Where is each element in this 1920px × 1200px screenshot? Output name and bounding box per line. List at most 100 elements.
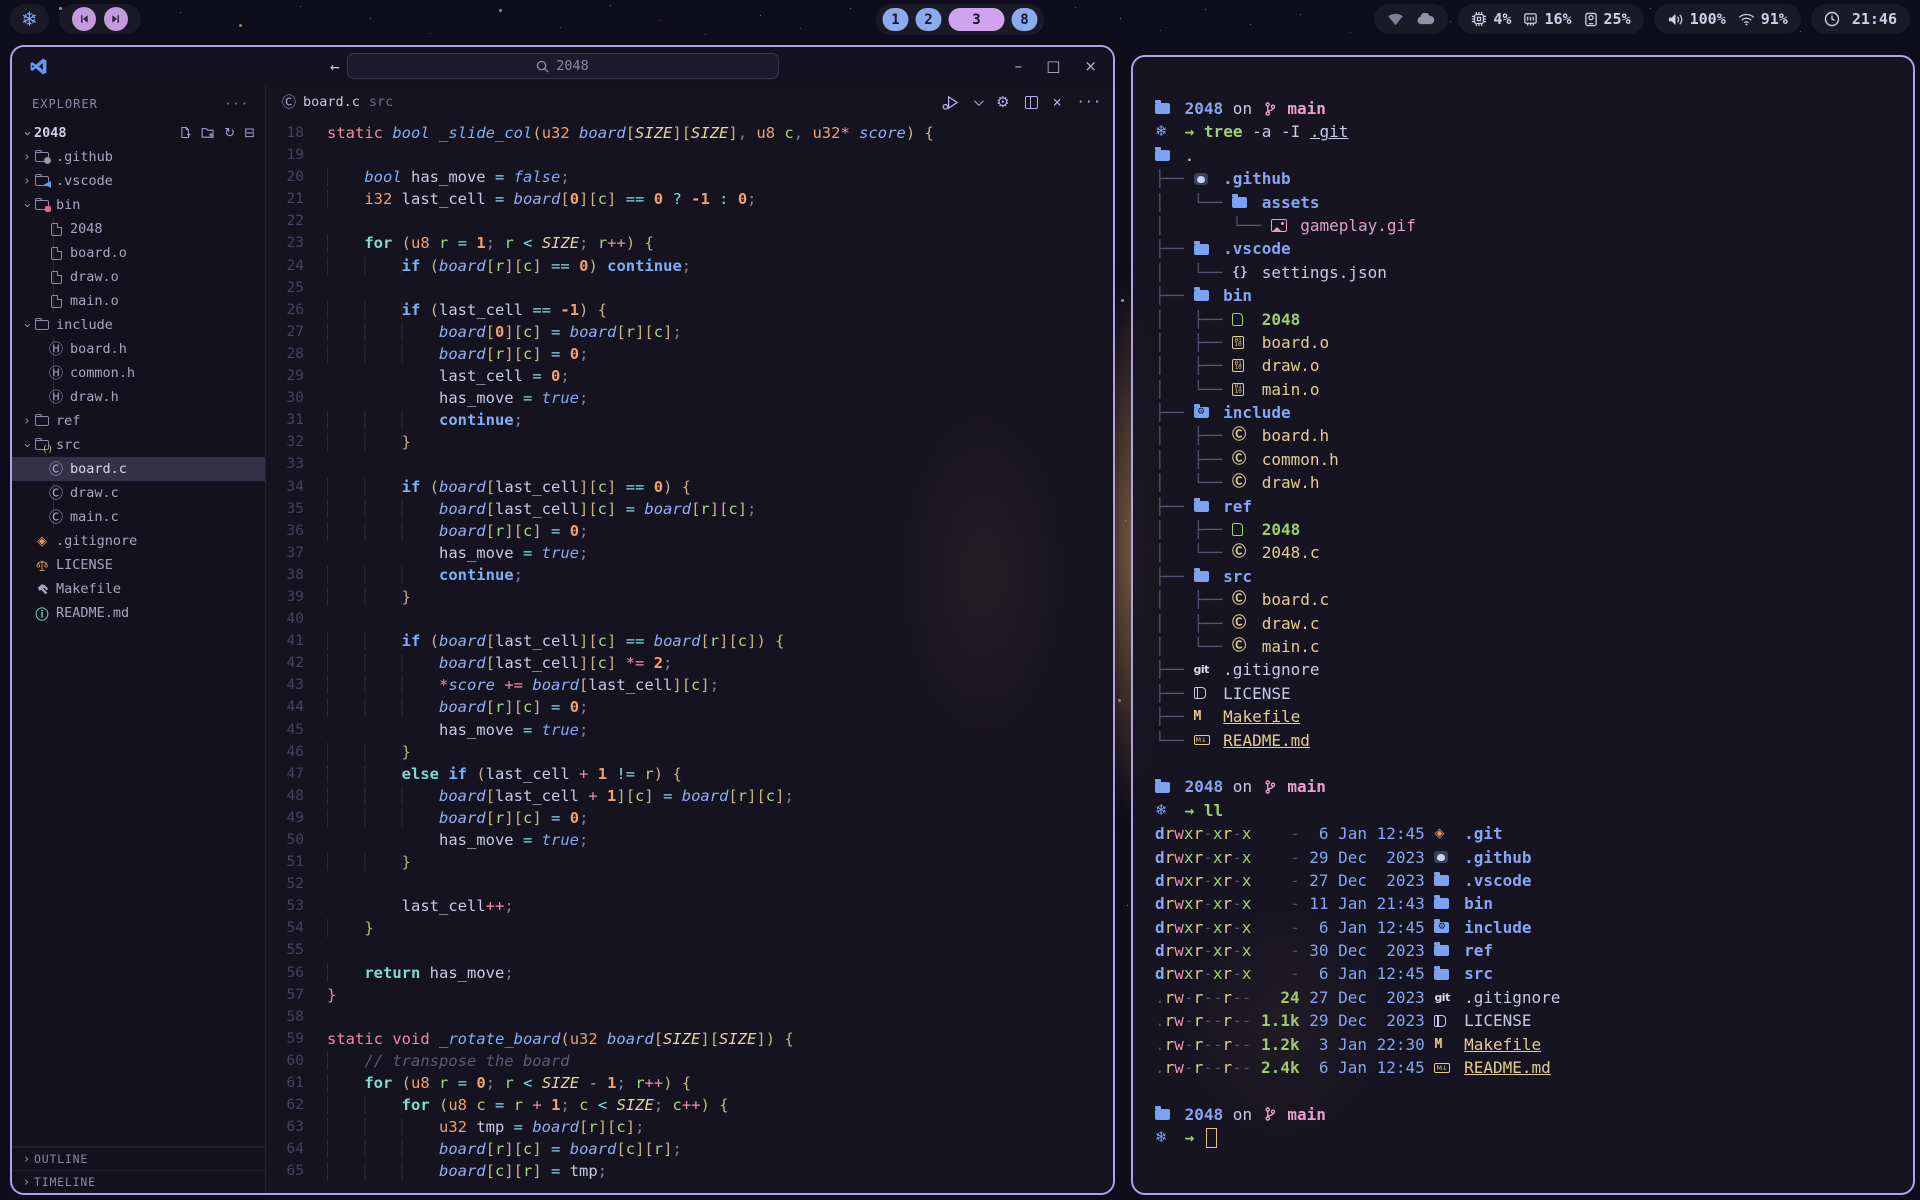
network-tray-icon[interactable] bbox=[1387, 13, 1404, 26]
code-line[interactable]: 58 bbox=[266, 1006, 1113, 1028]
code-line[interactable]: 53 last_cell++; bbox=[266, 895, 1113, 917]
code-line[interactable]: 41 if (board[last_cell][c] == board[r][c… bbox=[266, 630, 1113, 652]
code-line[interactable]: 26 if (last_cell == -1) { bbox=[266, 299, 1113, 321]
code-line[interactable]: 35 board[last_cell][c] = board[r][c]; bbox=[266, 498, 1113, 520]
explorer-item-2048[interactable]: 2048 bbox=[12, 217, 265, 241]
media-next-button[interactable] bbox=[104, 7, 128, 31]
explorer-item-include[interactable]: ›include bbox=[12, 313, 265, 337]
explorer-item-bin[interactable]: ›bin bbox=[12, 193, 265, 217]
settings-gear-button[interactable]: ⚙ bbox=[996, 93, 1009, 111]
code-line[interactable]: 25 bbox=[266, 277, 1113, 299]
explorer-item-ref[interactable]: ›ref bbox=[12, 409, 265, 433]
code-line[interactable]: 30 has_move = true; bbox=[266, 387, 1113, 409]
command-center-search[interactable]: 2048 bbox=[347, 53, 779, 79]
code-line[interactable]: 37 has_move = true; bbox=[266, 542, 1113, 564]
explorer-item-draw-c[interactable]: Ⓒdraw.c bbox=[12, 481, 265, 505]
code-line[interactable]: 31 continue; bbox=[266, 409, 1113, 431]
run-button[interactable] bbox=[942, 95, 959, 110]
code-line[interactable]: 22 bbox=[266, 210, 1113, 232]
close-button[interactable]: × bbox=[1084, 57, 1097, 75]
explorer-item--vscode[interactable]: ›.vscode bbox=[12, 169, 265, 193]
explorer-item-board-c[interactable]: Ⓒboard.c bbox=[12, 457, 265, 481]
wifi-stat[interactable]: 91% bbox=[1738, 10, 1788, 28]
cloud-tray-icon[interactable] bbox=[1416, 13, 1435, 25]
terminal-window[interactable]: 2048 on main❄ → tree -a -I .git .├── .gi… bbox=[1131, 55, 1915, 1195]
code-line[interactable]: 52 bbox=[266, 873, 1113, 895]
code-line[interactable]: 63 u32 tmp = board[r][c]; bbox=[266, 1116, 1113, 1138]
code-line[interactable]: 60 // transpose the board bbox=[266, 1050, 1113, 1072]
explorer-item-draw-h[interactable]: Ⓗdraw.h bbox=[12, 385, 265, 409]
explorer-more-button[interactable]: ··· bbox=[224, 97, 249, 111]
code-line[interactable]: 20 bool has_move = false; bbox=[266, 166, 1113, 188]
explorer-item--github[interactable]: ›.github bbox=[12, 145, 265, 169]
explorer-item-main-o[interactable]: main.o bbox=[12, 289, 265, 313]
explorer-item--gitignore[interactable]: ◈.gitignore bbox=[12, 529, 265, 553]
nixos-logo-icon[interactable]: ❄ bbox=[21, 9, 38, 29]
code-line[interactable]: 65 board[c][r] = tmp; bbox=[266, 1160, 1113, 1182]
workspace-button-1[interactable]: 1 bbox=[883, 8, 909, 31]
explorer-item-board-o[interactable]: board.o bbox=[12, 241, 265, 265]
code-line[interactable]: 56 return has_move; bbox=[266, 962, 1113, 984]
code-line[interactable]: 62 for (u8 c = r + 1; c < SIZE; c++) { bbox=[266, 1094, 1113, 1116]
code-line[interactable]: 46 } bbox=[266, 741, 1113, 763]
explorer-item-LICENSE[interactable]: LICENSE bbox=[12, 553, 265, 577]
media-previous-button[interactable] bbox=[72, 7, 96, 31]
run-dropdown-chevron-icon[interactable] bbox=[974, 96, 984, 106]
code-line[interactable]: 57} bbox=[266, 984, 1113, 1006]
maximize-button[interactable]: □ bbox=[1046, 57, 1060, 75]
explorer-item-board-h[interactable]: Ⓗboard.h bbox=[12, 337, 265, 361]
code-line[interactable]: 29 last_cell = 0; bbox=[266, 365, 1113, 387]
active-tab-filename[interactable]: board.c bbox=[303, 94, 360, 110]
code-line[interactable]: 49 board[r][c] = 0; bbox=[266, 807, 1113, 829]
explorer-item-Makefile[interactable]: Makefile bbox=[12, 577, 265, 601]
split-editor-button[interactable] bbox=[1025, 96, 1038, 109]
code-line[interactable]: 24 if (board[r][c] == 0) continue; bbox=[266, 255, 1113, 277]
new-folder-button[interactable] bbox=[201, 126, 215, 139]
code-line[interactable]: 55 bbox=[266, 939, 1113, 961]
new-file-button[interactable] bbox=[179, 126, 192, 139]
code-line[interactable]: 43 *score += board[last_cell][c]; bbox=[266, 674, 1113, 696]
code-line[interactable]: 48 board[last_cell + 1][c] = board[r][c]… bbox=[266, 785, 1113, 807]
explorer-item-draw-o[interactable]: draw.o bbox=[12, 265, 265, 289]
launcher-pill[interactable]: ❄ bbox=[10, 4, 49, 34]
code-line[interactable]: 51 } bbox=[266, 851, 1113, 873]
back-arrow-icon[interactable]: ← bbox=[330, 57, 340, 76]
code-line[interactable]: 40 bbox=[266, 608, 1113, 630]
code-line[interactable]: 59static void _rotate_board(u32 board[SI… bbox=[266, 1028, 1113, 1050]
code-line[interactable]: 64 board[r][c] = board[c][r]; bbox=[266, 1138, 1113, 1160]
code-line[interactable]: 44 board[r][c] = 0; bbox=[266, 696, 1113, 718]
explorer-item-main-c[interactable]: Ⓒmain.c bbox=[12, 505, 265, 529]
code-line[interactable]: 54 } bbox=[266, 917, 1113, 939]
code-editor[interactable]: 18static bool _slide_col(u32 board[SIZE]… bbox=[266, 119, 1113, 1193]
code-line[interactable]: 21 i32 last_cell = board[0][c] == 0 ? -1… bbox=[266, 188, 1113, 210]
code-line[interactable]: 50 has_move = true; bbox=[266, 829, 1113, 851]
code-line[interactable]: 28 board[r][c] = 0; bbox=[266, 343, 1113, 365]
explorer-root-folder[interactable]: › 2048 ↻ ⊟ bbox=[12, 121, 265, 145]
code-line[interactable]: 19 bbox=[266, 144, 1113, 166]
sidebar-panel-outline[interactable]: ›OUTLINE bbox=[12, 1147, 265, 1170]
explorer-item-README-md[interactable]: ⓘREADME.md bbox=[12, 601, 265, 625]
collapse-all-button[interactable]: ⊟ bbox=[244, 126, 255, 141]
workspace-button-8[interactable]: 8 bbox=[1012, 8, 1038, 31]
code-line[interactable]: 23 for (u8 r = 1; r < SIZE; r++) { bbox=[266, 232, 1113, 254]
explorer-item-src[interactable]: ›src bbox=[12, 433, 265, 457]
volume-stat[interactable]: 100% bbox=[1667, 10, 1726, 28]
code-line[interactable]: 39 } bbox=[266, 586, 1113, 608]
minimize-button[interactable]: – bbox=[1015, 57, 1023, 75]
refresh-button[interactable]: ↻ bbox=[224, 126, 235, 141]
workspace-button-2[interactable]: 2 bbox=[916, 8, 942, 31]
explorer-item-common-h[interactable]: Ⓗcommon.h bbox=[12, 361, 265, 385]
sidebar-panel-timeline[interactable]: ›TIMELINE bbox=[12, 1170, 265, 1193]
code-line[interactable]: 32 } bbox=[266, 431, 1113, 453]
code-line[interactable]: 18static bool _slide_col(u32 board[SIZE]… bbox=[266, 122, 1113, 144]
code-line[interactable]: 36 board[r][c] = 0; bbox=[266, 520, 1113, 542]
workspace-button-3[interactable]: 3 bbox=[949, 8, 1005, 31]
code-line[interactable]: 42 board[last_cell][c] *= 2; bbox=[266, 652, 1113, 674]
code-line[interactable]: 38 continue; bbox=[266, 564, 1113, 586]
vscode-titlebar[interactable]: ← → 2048 – □ × bbox=[12, 47, 1113, 85]
more-actions-button[interactable]: ··· bbox=[1077, 94, 1101, 110]
code-line[interactable]: 47 else if (last_cell + 1 != r) { bbox=[266, 763, 1113, 785]
code-line[interactable]: 45 has_move = true; bbox=[266, 719, 1113, 741]
code-line[interactable]: 27 board[0][c] = board[r][c]; bbox=[266, 321, 1113, 343]
code-line[interactable]: 34 if (board[last_cell][c] == 0) { bbox=[266, 476, 1113, 498]
